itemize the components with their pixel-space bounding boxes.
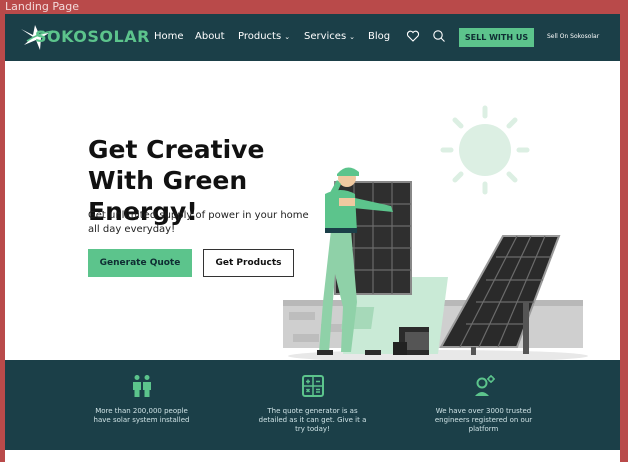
heart-icon[interactable]	[406, 29, 420, 43]
nav-home[interactable]: Home	[154, 31, 184, 42]
people-icon	[132, 375, 151, 397]
nav-about[interactable]: About	[195, 31, 225, 42]
nav-products[interactable]: Products ⌄	[238, 31, 290, 42]
nav-products-label: Products	[238, 31, 282, 42]
window-title: Landing Page	[5, 0, 79, 13]
nav-services[interactable]: Services ⌄	[304, 31, 355, 42]
navbar: SOKOSOLAR Home About Products ⌄ Services ⌄…	[5, 14, 620, 61]
feature-quote-text: The quote generator is as detailed as it…	[258, 407, 367, 433]
feature-engineers-text: We have over 3000 trusted engineers regi…	[434, 407, 533, 433]
search-icon[interactable]	[432, 29, 446, 43]
nav-home-label: Home	[154, 31, 184, 42]
chevron-down-icon: ⌄	[284, 33, 291, 41]
brand-name[interactable]: SOKOSOLAR	[35, 27, 150, 46]
generate-quote-button[interactable]: Generate Quote	[88, 249, 192, 277]
sell-on-sokosolar-link[interactable]: Sell On Sokosolar	[547, 33, 599, 40]
nav-blog[interactable]: Blog	[368, 31, 390, 42]
nav-about-label: About	[195, 31, 225, 42]
sell-with-us-button[interactable]: SELL WITH US	[459, 28, 534, 47]
engineer-icon	[474, 375, 495, 396]
chevron-down-icon: ⌄	[349, 33, 356, 41]
feature-installs-text: More than 200,000 people have solar syst…	[93, 407, 190, 424]
sun-icon	[440, 105, 530, 195]
nav-blog-label: Blog	[368, 31, 391, 42]
landing-page: SOKOSOLAR Home About Products ⌄ Services ⌄…	[5, 14, 620, 462]
solar-hero-illustration	[283, 105, 588, 362]
calculator-icon	[301, 375, 324, 397]
features-section: More than 200,000 people have solar syst…	[5, 360, 620, 450]
nav-services-label: Services	[304, 31, 347, 42]
feature-engineers: We have over 3000 trusted engineers regi…	[381, 360, 586, 450]
